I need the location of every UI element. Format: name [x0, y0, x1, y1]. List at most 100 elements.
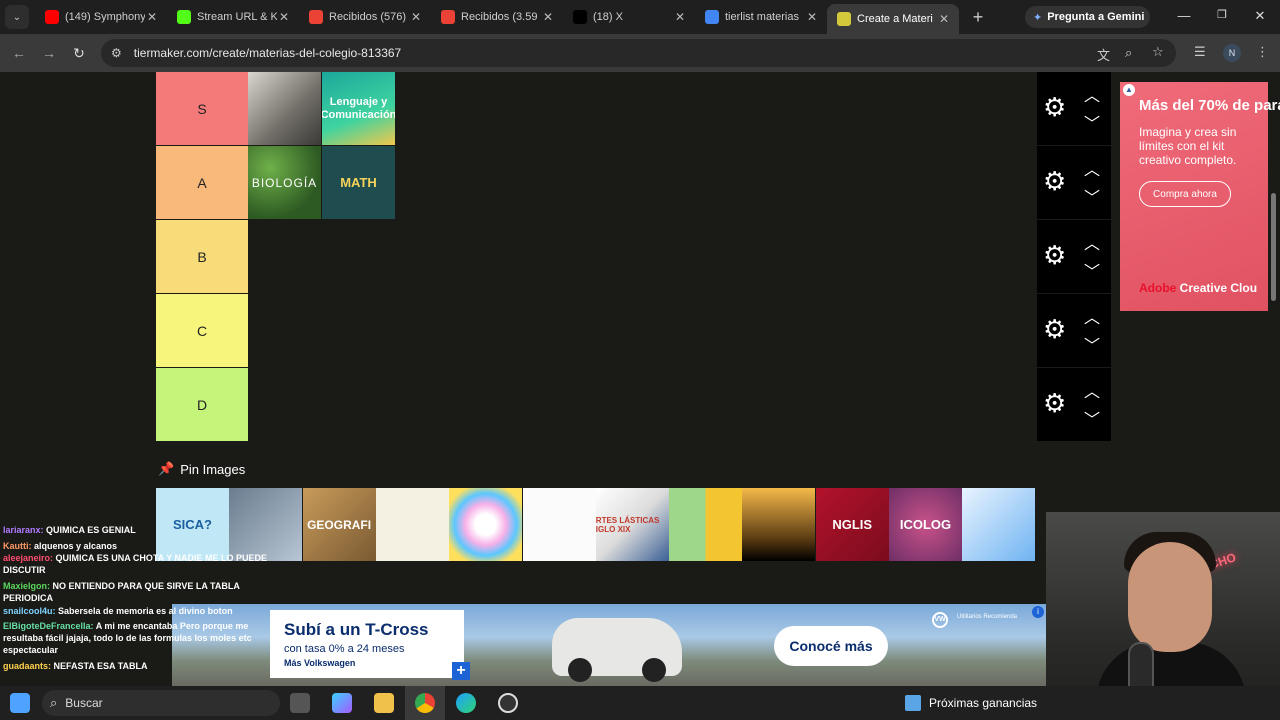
tab-label: Stream URL & K: [197, 11, 277, 23]
tier-label[interactable]: S: [156, 72, 248, 145]
browser-tab[interactable]: Stream URL & K ✕: [167, 0, 299, 34]
bookmark-star-icon[interactable]: ☆: [1152, 44, 1164, 60]
volkswagen-banner-ad[interactable]: Subí a un T-Cross con tasa 0% a 24 meses…: [172, 604, 1046, 686]
forward-arrow-icon[interactable]: →: [34, 45, 64, 61]
tier-drop-zone[interactable]: Lenguaje y Comunicación: [248, 72, 1037, 145]
taskbar-news-widget[interactable]: Próximas ganancias: [905, 695, 1037, 711]
taskbar-search-label: Buscar: [65, 696, 103, 710]
chevron-up-icon[interactable]: ︿: [1081, 230, 1103, 253]
page-scrollbar-thumb[interactable]: [1271, 193, 1276, 301]
back-arrow-icon[interactable]: ←: [4, 45, 34, 61]
browser-tab[interactable]: Create a Materi ✕: [827, 4, 959, 34]
gear-icon[interactable]: ⚙: [1043, 94, 1069, 120]
gemini-label: Pregunta a Gemini: [1047, 11, 1145, 23]
lenguaje-comunicacion-image[interactable]: Lenguaje y Comunicación: [322, 72, 395, 145]
edge-icon[interactable]: [456, 693, 476, 713]
reading-list-icon[interactable]: ☰: [1194, 44, 1206, 60]
biologia-image[interactable]: BIOLOGÍA: [248, 146, 321, 219]
chevron-down-icon[interactable]: ﹀: [1081, 258, 1103, 281]
gear-icon[interactable]: ⚙: [1043, 242, 1069, 268]
browser-tab[interactable]: tierlist materias ✕: [695, 0, 827, 34]
ingles-image[interactable]: NGLIS: [815, 488, 889, 561]
sculpture-image[interactable]: [248, 72, 321, 145]
chevron-up-icon[interactable]: ︿: [1081, 378, 1103, 401]
obs-icon[interactable]: [498, 693, 518, 713]
chevron-up-icon[interactable]: ︿: [1081, 156, 1103, 179]
file-explorer-icon[interactable]: [374, 693, 394, 713]
tier-row: S Lenguaje y Comunicación ⚙ ︿ ﹀: [156, 72, 1111, 145]
tab-close-icon[interactable]: ✕: [805, 10, 819, 24]
browser-tab[interactable]: (18) X ✕: [563, 0, 695, 34]
kebab-menu-icon[interactable]: ⋮: [1256, 44, 1269, 60]
taskbar-search[interactable]: ⌕ Buscar: [42, 690, 280, 716]
profile-avatar[interactable]: N: [1223, 44, 1241, 62]
chevron-up-icon[interactable]: ︿: [1081, 82, 1103, 105]
gear-icon[interactable]: ⚙: [1043, 168, 1069, 194]
chat-username: lariaranx:: [3, 525, 44, 535]
tier-label[interactable]: A: [156, 146, 248, 219]
tier-label[interactable]: D: [156, 368, 248, 441]
restore-icon[interactable]: ❐: [1212, 8, 1232, 21]
banner-headline: Subí a un T-Cross: [284, 620, 429, 639]
pin-images-strip: SICA? GEOGRAFI RTES LÁSTICAS IGLO XIX NGLIS…: [156, 488, 1036, 561]
chat-username: snailcool4u:: [3, 606, 56, 616]
tab-close-icon[interactable]: ✕: [145, 10, 159, 24]
chrome-icon[interactable]: [415, 693, 435, 713]
site-info-icon[interactable]: ⚙: [111, 46, 122, 60]
close-window-icon[interactable]: ✕: [1250, 8, 1270, 24]
gemini-button[interactable]: ✦ Pregunta a Gemini: [1025, 6, 1150, 28]
ad-info-icon[interactable]: i: [1032, 606, 1044, 618]
tab-label: tierlist materias: [725, 11, 799, 23]
gemini-sparkle-icon: ✦: [1033, 11, 1043, 24]
tab-search-chevron-icon[interactable]: ⌄: [5, 5, 29, 29]
new-tab-plus-icon[interactable]: +: [965, 7, 991, 28]
tier-drop-zone[interactable]: BIOLOGÍA MATH: [248, 146, 1037, 219]
tab-close-icon[interactable]: ✕: [937, 12, 951, 26]
ad-choices-icon[interactable]: ▲: [1123, 84, 1135, 96]
chevron-down-icon[interactable]: ﹀: [1081, 406, 1103, 429]
psicologia-image[interactable]: ICOLOG: [889, 488, 962, 561]
tecnologia-image[interactable]: [669, 488, 743, 561]
windows-start-icon[interactable]: [10, 693, 30, 713]
task-view-icon[interactable]: [290, 693, 310, 713]
copilot-icon[interactable]: [332, 693, 352, 713]
artes-plasticas-image[interactable]: RTES LÁSTICAS IGLO XIX: [595, 488, 669, 561]
browser-tab[interactable]: Recibidos (576) ✕: [299, 0, 431, 34]
zoom-icon[interactable]: ⌕: [1125, 45, 1132, 61]
gear-icon[interactable]: ⚙: [1043, 316, 1069, 342]
browser-tab[interactable]: (149) Symphony ✕: [35, 0, 167, 34]
reload-icon[interactable]: ↻: [64, 45, 94, 62]
minimize-icon[interactable]: —: [1174, 8, 1194, 23]
adobe-side-ad[interactable]: Más del 70% de para estudiante Imagina y…: [1120, 82, 1280, 311]
educacion-fisica-image[interactable]: [522, 488, 596, 561]
address-bar[interactable]: ⚙ tiermaker.com/create/materias-del-cole…: [101, 39, 1176, 67]
chevron-down-icon[interactable]: ﹀: [1081, 184, 1103, 207]
chevron-down-icon[interactable]: ﹀: [1081, 332, 1103, 355]
tier-drop-zone[interactable]: [248, 294, 1037, 367]
chat-message: guadaants: NEFASTA ESA TABLA: [3, 660, 268, 672]
geografia-image-label: GEOGRAFI: [307, 517, 372, 532]
tab-close-icon[interactable]: ✕: [277, 10, 291, 24]
computacion-image[interactable]: [962, 488, 1036, 561]
tab-close-icon[interactable]: ✕: [541, 10, 555, 24]
math-image[interactable]: MATH: [322, 146, 395, 219]
geografia-image[interactable]: GEOGRAFI: [302, 488, 376, 561]
chevron-down-icon[interactable]: ﹀: [1081, 110, 1103, 133]
translate-icon[interactable]: 文: [1097, 45, 1110, 64]
browser-tab[interactable]: Recibidos (3.59 ✕: [431, 0, 563, 34]
tier-drop-zone[interactable]: [248, 368, 1037, 441]
windows-taskbar: ⌕ Buscar Próximas ganancias: [0, 686, 1280, 720]
religion-image[interactable]: [742, 488, 816, 561]
tab-close-icon[interactable]: ✕: [673, 10, 687, 24]
gear-icon[interactable]: ⚙: [1043, 390, 1069, 416]
tier-label[interactable]: B: [156, 220, 248, 293]
kick-icon: [177, 10, 191, 24]
tier-label[interactable]: C: [156, 294, 248, 367]
chevron-up-icon[interactable]: ︿: [1081, 304, 1103, 327]
musica-image[interactable]: [449, 488, 523, 561]
tab-close-icon[interactable]: ✕: [409, 10, 423, 24]
banner-cta-button[interactable]: Conocé más: [774, 626, 888, 666]
civica-image[interactable]: [375, 488, 449, 561]
tier-drop-zone[interactable]: [248, 220, 1037, 293]
ad-buy-button[interactable]: Compra ahora: [1139, 181, 1231, 207]
